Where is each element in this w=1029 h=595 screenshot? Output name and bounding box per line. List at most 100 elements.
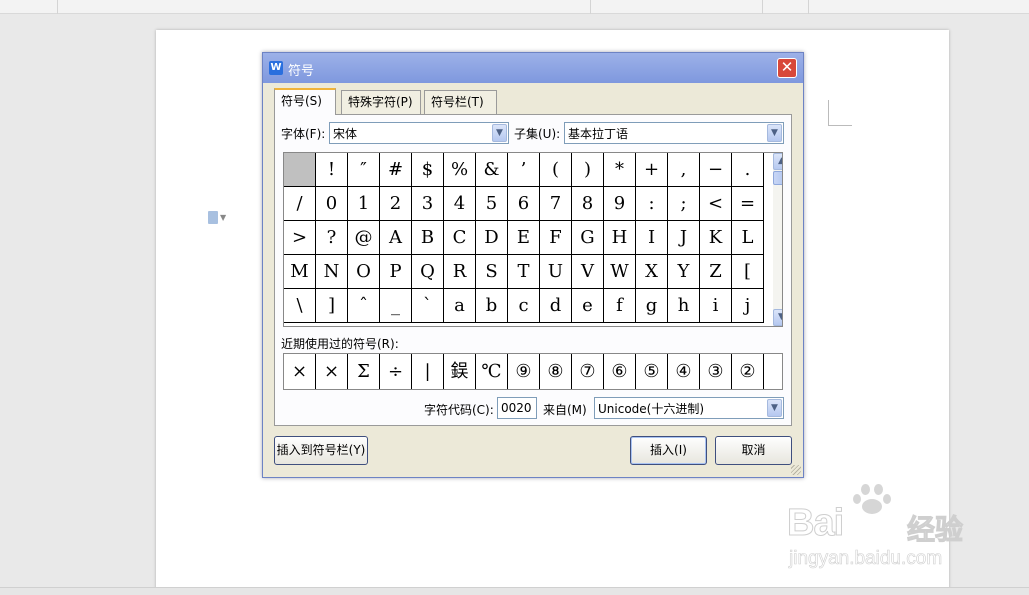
scroll-up-icon[interactable]: ▲ <box>773 153 782 170</box>
recent-symbol-cell[interactable]: ② <box>732 354 764 389</box>
symbol-cell[interactable]: F <box>540 221 572 255</box>
symbol-cell[interactable]: & <box>476 153 508 187</box>
font-select[interactable]: 宋体 ▼ <box>329 122 509 144</box>
symbol-cell[interactable]: 3 <box>412 187 444 221</box>
symbol-cell[interactable]: K <box>700 221 732 255</box>
symbol-cell[interactable]: @ <box>348 221 380 255</box>
recent-symbol-cell[interactable]: ③ <box>700 354 732 389</box>
resize-grip-icon[interactable] <box>791 465 801 475</box>
symbol-cell[interactable]: L <box>732 221 764 255</box>
symbol-cell[interactable]: a <box>444 289 476 323</box>
symbol-cell[interactable]: N <box>316 255 348 289</box>
symbol-cell[interactable]: : <box>636 187 668 221</box>
symbol-cell[interactable]: M <box>284 255 316 289</box>
symbol-cell[interactable]: ! <box>316 153 348 187</box>
paragraph-marker-icon[interactable]: ▼ <box>208 210 236 226</box>
chevron-down-icon[interactable]: ▼ <box>492 124 507 142</box>
recent-symbol-cell[interactable]: ⑨ <box>508 354 540 389</box>
recent-symbol-cell[interactable]: ④ <box>668 354 700 389</box>
recent-symbol-cell[interactable]: 鋘 <box>444 354 476 389</box>
chevron-down-icon[interactable]: ▼ <box>767 124 782 142</box>
scroll-down-icon[interactable]: ▼ <box>773 309 782 326</box>
symbol-cell[interactable]: D <box>476 221 508 255</box>
symbol-cell[interactable]: > <box>284 221 316 255</box>
recent-symbol-cell[interactable]: | <box>412 354 444 389</box>
recent-symbol-cell[interactable]: ⑧ <box>540 354 572 389</box>
symbol-cell[interactable]: X <box>636 255 668 289</box>
symbol-cell[interactable]: ) <box>572 153 604 187</box>
symbol-cell[interactable]: 0 <box>316 187 348 221</box>
symbol-cell[interactable]: 2 <box>380 187 412 221</box>
symbol-grid[interactable]: ! ″ # $% &’() * +, −. /0 1 2 3 4 5 6 7 8 9:; < = >? @ A B C D E F G H… <box>283 152 783 327</box>
recent-symbol-cell[interactable]: Σ <box>348 354 380 389</box>
recent-symbol-cell[interactable]: × <box>316 354 348 389</box>
recent-symbol-cell[interactable]: ÷ <box>380 354 412 389</box>
symbol-cell[interactable]: S <box>476 255 508 289</box>
recent-symbols-row[interactable]: × × Σ ÷ | 鋘 ℃ ⑨ ⑧ ⑦ ⑥ ⑤ ④ ③ ② <box>283 353 783 390</box>
symbol-cell[interactable]: , <box>668 153 700 187</box>
symbol-cell[interactable]: Q <box>412 255 444 289</box>
char-code-input[interactable]: 0020 <box>497 397 537 419</box>
symbol-cell[interactable] <box>284 153 316 187</box>
symbol-cell[interactable]: ] <box>316 289 348 323</box>
symbol-cell[interactable]: H <box>604 221 636 255</box>
symbol-cell[interactable]: + <box>636 153 668 187</box>
symbol-cell[interactable]: 6 <box>508 187 540 221</box>
dialog-titlebar[interactable]: W 符号 ✕ <box>263 53 803 83</box>
symbol-cell[interactable]: R <box>444 255 476 289</box>
tab-symbol-bar[interactable]: 符号栏(T) <box>424 90 497 114</box>
symbol-cell[interactable]: < <box>700 187 732 221</box>
symbol-cell[interactable]: b <box>476 289 508 323</box>
symbol-cell[interactable]: V <box>572 255 604 289</box>
symbol-cell[interactable]: g <box>636 289 668 323</box>
subset-select[interactable]: 基本拉丁语 ▼ <box>564 122 784 144</box>
symbol-cell[interactable]: ? <box>316 221 348 255</box>
symbol-cell[interactable]: [ <box>732 255 764 289</box>
symbol-cell[interactable]: . <box>732 153 764 187</box>
cancel-button[interactable]: 取消 <box>715 436 792 465</box>
symbol-cell[interactable]: I <box>636 221 668 255</box>
symbol-cell[interactable]: 4 <box>444 187 476 221</box>
symbol-cell[interactable]: c <box>508 289 540 323</box>
symbol-cell[interactable]: $ <box>412 153 444 187</box>
symbol-cell[interactable]: U <box>540 255 572 289</box>
symbol-cell[interactable]: ; <box>668 187 700 221</box>
symbol-cell[interactable]: ″ <box>348 153 380 187</box>
symbol-cell[interactable]: % <box>444 153 476 187</box>
symbol-cell[interactable]: B <box>412 221 444 255</box>
symbol-cell[interactable]: W <box>604 255 636 289</box>
insert-button[interactable]: 插入(I) <box>630 436 707 465</box>
symbol-cell[interactable]: 8 <box>572 187 604 221</box>
encoding-select[interactable]: Unicode(十六进制) ▼ <box>594 397 784 419</box>
symbol-cell[interactable]: − <box>700 153 732 187</box>
symbol-cell[interactable]: * <box>604 153 636 187</box>
tab-symbols[interactable]: 符号(S) <box>274 88 336 115</box>
symbol-cell[interactable]: f <box>604 289 636 323</box>
symbol-cell[interactable]: e <box>572 289 604 323</box>
recent-symbol-cell[interactable]: ⑦ <box>572 354 604 389</box>
symbol-cell[interactable]: ˆ <box>348 289 380 323</box>
symbol-cell[interactable]: i <box>700 289 732 323</box>
recent-symbol-cell[interactable]: ⑤ <box>636 354 668 389</box>
symbol-cell[interactable]: _ <box>380 289 412 323</box>
recent-symbol-cell[interactable]: ⑥ <box>604 354 636 389</box>
symbol-cell[interactable]: J <box>668 221 700 255</box>
symbol-cell[interactable]: O <box>348 255 380 289</box>
tab-special-characters[interactable]: 特殊字符(P) <box>341 90 421 114</box>
symbol-cell[interactable]: Z <box>700 255 732 289</box>
recent-symbol-cell[interactable]: × <box>284 354 316 389</box>
recent-symbol-cell[interactable]: ℃ <box>476 354 508 389</box>
symbol-cell[interactable]: C <box>444 221 476 255</box>
symbol-cell[interactable]: \ <box>284 289 316 323</box>
symbol-cell[interactable]: h <box>668 289 700 323</box>
symbol-cell[interactable]: 7 <box>540 187 572 221</box>
symbol-cell[interactable]: G <box>572 221 604 255</box>
symbol-cell[interactable]: P <box>380 255 412 289</box>
symbol-cell[interactable]: / <box>284 187 316 221</box>
symbol-cell[interactable]: 5 <box>476 187 508 221</box>
symbol-cell[interactable]: ’ <box>508 153 540 187</box>
symbol-cell[interactable]: T <box>508 255 540 289</box>
symbol-cell[interactable]: Y <box>668 255 700 289</box>
symbol-cell[interactable]: ( <box>540 153 572 187</box>
symbol-cell[interactable]: d <box>540 289 572 323</box>
